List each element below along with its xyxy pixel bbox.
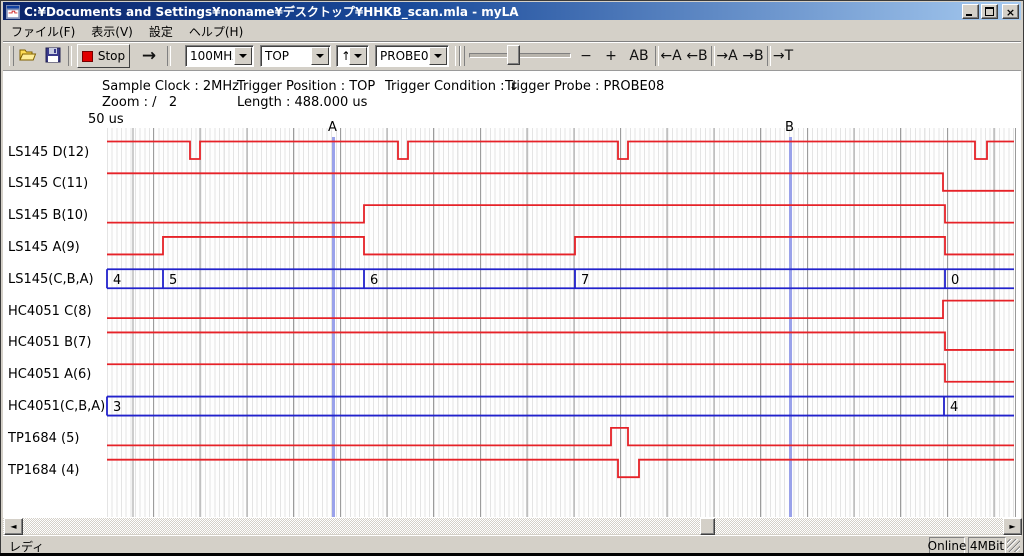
trigger-probe-info: Trigger Probe : PROBE08 [505,79,664,94]
goto-marker-b-button[interactable]: →B [741,46,765,66]
toolbar-gripper [9,46,14,66]
resize-grip-icon[interactable] [1007,539,1020,552]
app-window: C:¥Documents and Settings¥noname¥デスクトップ¥… [0,0,1024,556]
chevron-down-icon[interactable] [429,47,447,65]
zoom-out-button[interactable]: − [577,46,595,66]
timing-grid [107,128,1016,517]
close-button[interactable]: × [1002,4,1019,19]
scrollbar-thumb[interactable] [700,518,715,535]
close-icon: × [1006,7,1015,18]
marker-B-line[interactable] [789,137,792,517]
channel-label: LS145 A(9) [8,240,104,255]
zoom-info: Zoom : / 2 [102,95,177,110]
zoom-slider[interactable] [469,53,571,58]
set-marker-a-button[interactable]: ←A [659,46,683,66]
status-online-badge: Online [929,537,965,554]
toolbar-separator [68,46,72,66]
channel-label: LS145(C,B,A) [8,272,104,287]
channel-label: TP1684 (4) [8,463,104,478]
trigger-position-combo[interactable]: TOP [260,45,331,67]
menu-help[interactable]: ヘルプ(H) [181,21,251,42]
channel-label: LS145 B(10) [8,208,104,223]
toolbar: Stop → 100MHz TOP ↑ PROBE00 − + AB ←A ←B… [3,42,1021,69]
stop-button[interactable]: Stop [77,44,130,68]
channel-label: HC4051 C(8) [8,304,104,319]
open-file-button[interactable] [17,44,39,66]
trigger-condition-info: Trigger Condition : ↓ [385,79,520,94]
sample-clock-info: Sample Clock : 2MHz [102,79,239,94]
trigger-position-info: Trigger Position : TOP [237,79,375,94]
menu-settings[interactable]: 設定 [141,21,181,42]
marker-A-line[interactable] [332,137,335,517]
trigger-edge-combo[interactable]: ↑ [336,45,369,67]
maximize-button[interactable] [981,4,998,19]
zoom-in-button[interactable]: + [602,46,620,66]
channel-label: HC4051 A(6) [8,367,104,382]
window-title: C:¥Documents and Settings¥noname¥デスクトップ¥… [24,3,960,20]
toolbar-gripper [455,46,463,66]
stop-label: Stop [98,49,125,63]
channel-label: TP1684 (5) [8,431,104,446]
trigger-probe-combo[interactable]: PROBE00 [375,45,449,67]
menu-view[interactable]: 表示(V) [83,21,141,42]
menu-bar: ファイル(F) 表示(V) 設定 ヘルプ(H) [3,21,1021,42]
ab-range-button[interactable]: AB [626,46,652,66]
minimize-button[interactable] [962,4,979,19]
goto-marker-a-button[interactable]: →A [715,46,739,66]
sample-clock-value: 100MHz [186,49,233,63]
chevron-down-icon[interactable] [234,47,252,65]
channel-label: LS145 C(11) [8,176,104,191]
marker-A-label: A [328,120,337,135]
open-folder-icon [19,47,37,63]
app-icon [6,4,20,18]
status-bar: レディ Online 4MBit [3,535,1021,554]
chevron-down-icon[interactable] [349,47,367,65]
horizontal-scrollbar[interactable]: ◄ ► [3,518,1021,534]
channel-label: LS145 D(12) [8,145,104,160]
minimize-icon [966,14,972,16]
status-memory-badge: 4MBit [968,537,1006,554]
save-button[interactable] [42,44,64,66]
floppy-disk-icon [45,47,61,63]
channel-label: HC4051 B(7) [8,335,104,350]
run-button[interactable]: → [135,46,163,66]
toolbar-separator [167,46,171,66]
length-info: Length : 488.000 us [237,95,367,110]
marker-B-label: B [785,120,794,135]
zoom-slider-thumb[interactable] [507,45,520,65]
trigger-probe-value: PROBE00 [376,49,428,63]
trigger-position-value: TOP [261,49,310,63]
set-marker-b-button[interactable]: ←B [685,46,709,66]
sample-clock-combo[interactable]: 100MHz [185,45,254,67]
maximize-icon [985,7,994,16]
time-scale-label: 50 us [88,112,124,127]
menu-file[interactable]: ファイル(F) [3,21,83,42]
goto-trigger-button[interactable]: →T [771,46,795,66]
title-bar[interactable]: C:¥Documents and Settings¥noname¥デスクトップ¥… [3,2,1021,20]
scroll-left-button[interactable]: ◄ [4,518,23,535]
chevron-down-icon[interactable] [311,47,329,65]
channel-label: HC4051(C,B,A) [8,399,104,414]
scroll-right-button[interactable]: ► [1003,518,1022,535]
trigger-edge-value: ↑ [337,49,348,63]
stop-icon [82,51,93,62]
